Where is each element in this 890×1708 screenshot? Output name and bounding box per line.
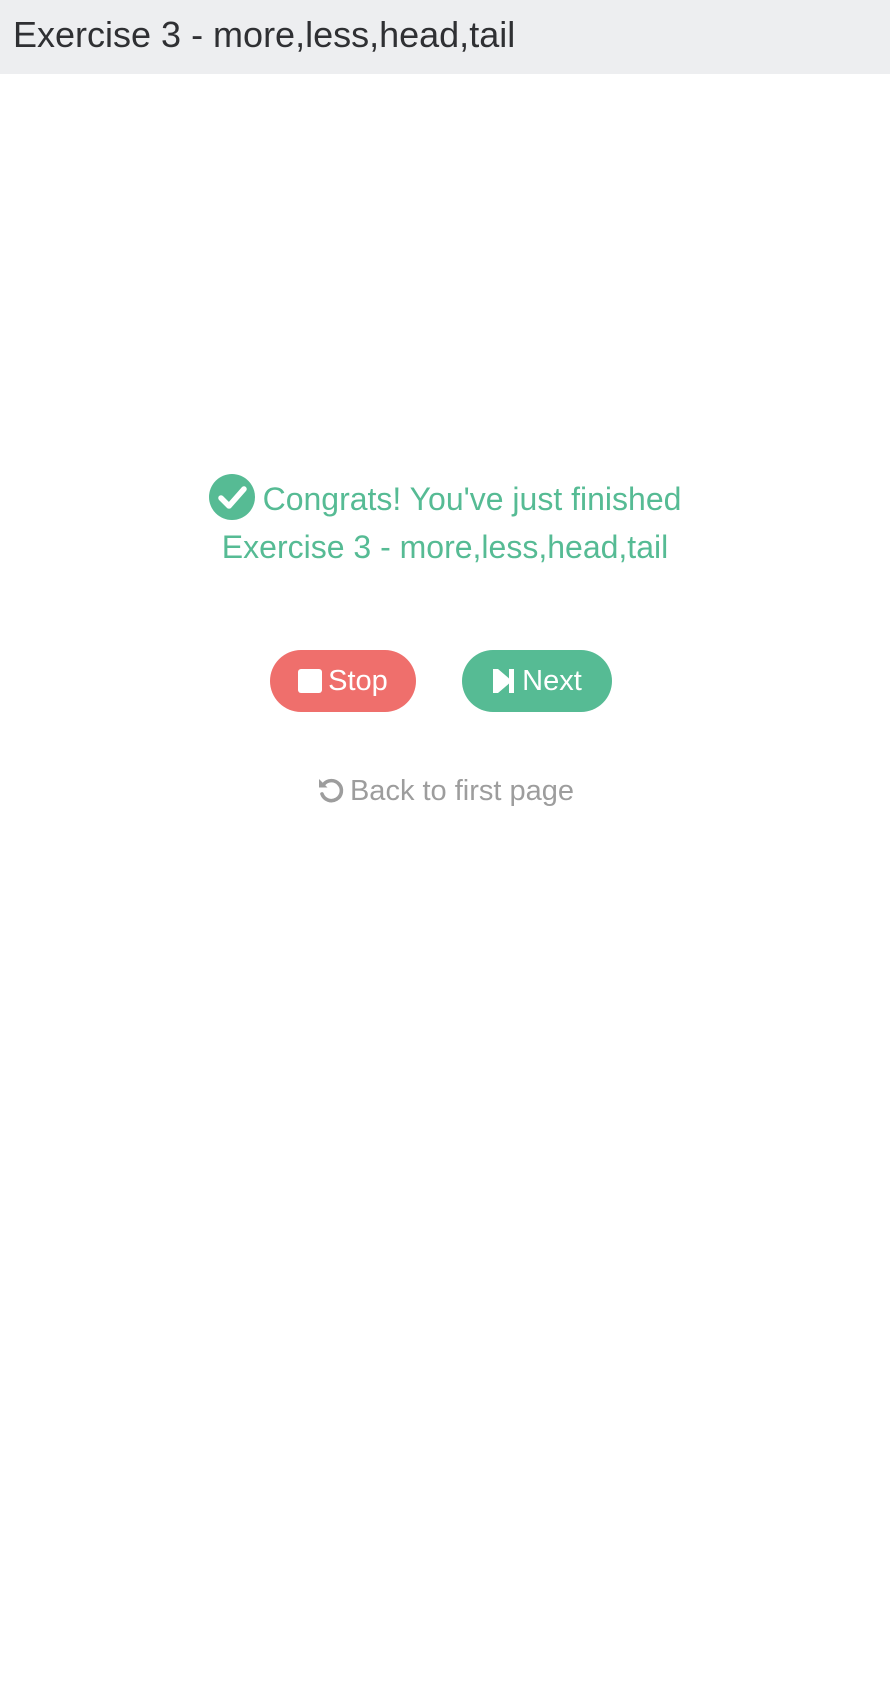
completion-text-1: Congrats! You've just finished: [262, 481, 682, 517]
stop-icon: [298, 669, 323, 693]
completion-text-2: Exercise 3 - more,less,head,tail: [221, 529, 669, 565]
main-content: Congrats! You've just finished Exercise …: [0, 74, 890, 1708]
action-buttons: Stop Next: [0, 650, 890, 712]
completion-message: Congrats! You've just finished Exercise …: [0, 474, 890, 571]
top-bar: Exercise 3 - more,less,head,tail: [0, 0, 890, 74]
next-button-label: Next: [522, 665, 582, 697]
undo-icon: [318, 778, 344, 803]
completion-line-1: Congrats! You've just finished: [0, 474, 890, 523]
stop-button[interactable]: Stop: [270, 650, 416, 712]
next-button[interactable]: Next: [462, 650, 612, 712]
back-to-first-page-link[interactable]: Back to first page: [0, 771, 890, 811]
stop-button-label: Stop: [328, 665, 388, 697]
step-forward-icon: [493, 669, 515, 693]
back-link-label: Back to first page: [349, 775, 575, 807]
page-title: Exercise 3 - more,less,head,tail: [13, 14, 516, 55]
check-circle-icon: [208, 474, 255, 520]
